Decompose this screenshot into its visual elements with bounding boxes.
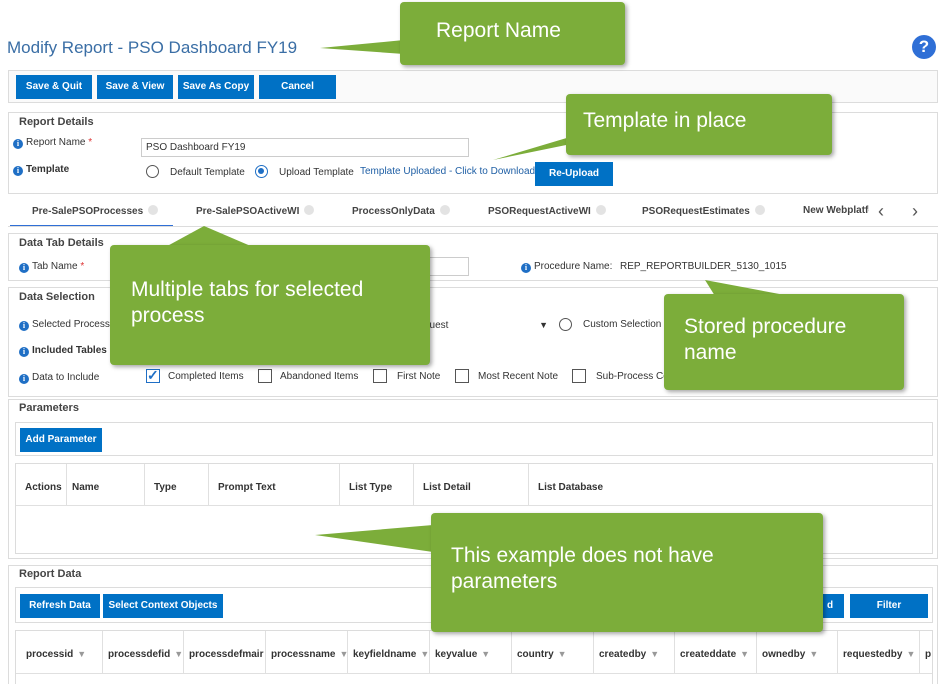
- procedure-callout: Stored procedure name: [664, 294, 904, 390]
- tabs-callout: Multiple tabs for selected process: [110, 245, 430, 365]
- template-callout: Template in place: [566, 94, 832, 155]
- report-name-pointer: [320, 40, 404, 54]
- parameters-pointer: [315, 525, 433, 552]
- report-name-callout: Report Name: [400, 2, 625, 65]
- parameters-callout: This example does not have parameters: [431, 513, 823, 632]
